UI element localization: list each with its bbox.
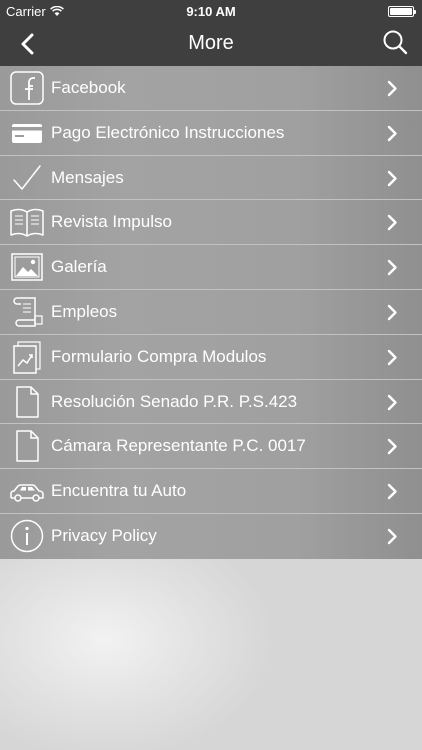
menu-item-facebook[interactable]: Facebook bbox=[0, 66, 422, 111]
clock: 9:10 AM bbox=[186, 4, 236, 19]
facebook-icon bbox=[10, 71, 44, 105]
search-icon bbox=[383, 30, 408, 55]
status-bar: Carrier 9:10 AM bbox=[0, 0, 422, 22]
chevron-right-icon bbox=[387, 304, 397, 321]
menu-item-label: Mensajes bbox=[51, 167, 124, 187]
menu-item-label: Galería bbox=[51, 257, 107, 277]
open-book-icon bbox=[10, 209, 44, 238]
checkmark-icon bbox=[13, 164, 41, 190]
car-icon bbox=[10, 484, 44, 502]
document-icon bbox=[16, 385, 39, 418]
chevron-right-icon bbox=[387, 215, 397, 231]
menu-item-label: Pago Electrónico Instrucciones bbox=[51, 122, 285, 142]
chart-document-icon bbox=[13, 341, 41, 374]
menu-item-mensajes[interactable]: Mensajes bbox=[0, 156, 422, 201]
chevron-right-icon bbox=[387, 528, 397, 545]
chevron-right-icon bbox=[387, 394, 397, 410]
menu-item-label: Cámara Representante P.C. 0017 bbox=[51, 436, 306, 456]
page-title: More bbox=[188, 32, 234, 54]
battery-icon bbox=[388, 6, 416, 17]
menu-item-label: Empleos bbox=[51, 301, 118, 321]
menu-item-privacy-policy[interactable]: Privacy Policy bbox=[0, 514, 422, 559]
scroll-document-icon bbox=[13, 297, 43, 327]
menu-item-resolucion-senado[interactable]: Resolución Senado P.R. P.S.423 bbox=[0, 380, 422, 425]
chevron-right-icon bbox=[387, 439, 397, 455]
picture-icon bbox=[11, 253, 43, 281]
info-icon bbox=[10, 519, 44, 553]
chevron-right-icon bbox=[387, 125, 397, 141]
credit-card-icon bbox=[12, 123, 42, 143]
chevron-right-icon bbox=[387, 170, 397, 186]
menu-item-label: Facebook bbox=[51, 78, 126, 97]
menu-item-camara-representante[interactable]: Cámara Representante P.C. 0017 bbox=[0, 424, 422, 470]
chevron-right-icon bbox=[387, 349, 397, 365]
menu-item-galeria[interactable]: Galería bbox=[0, 245, 422, 290]
menu-item-empleos[interactable]: Empleos bbox=[0, 290, 422, 335]
document-icon bbox=[16, 430, 39, 463]
menu-item-label: Formulario Compra Modulos bbox=[51, 346, 267, 366]
menu-item-label: Privacy Policy bbox=[51, 525, 157, 545]
menu-item-revista-impulso[interactable]: Revista Impulso bbox=[0, 200, 422, 246]
menu-item-label: Encuentra tu Auto bbox=[51, 481, 187, 501]
menu-item-label: Revista Impulso bbox=[51, 212, 172, 232]
search-button[interactable] bbox=[380, 28, 410, 58]
menu-item-formulario-compra[interactable]: Formulario Compra Modulos bbox=[0, 335, 422, 380]
navigation-bar: More bbox=[0, 22, 422, 66]
menu-item-label: Resolución Senado P.R. P.S.423 bbox=[51, 391, 298, 411]
menu-list: Facebook Pago Electrónico Instrucciones … bbox=[0, 66, 422, 559]
chevron-right-icon bbox=[387, 80, 397, 97]
menu-item-encuentra-auto[interactable]: Encuentra tu Auto bbox=[0, 469, 422, 514]
chevron-right-icon bbox=[387, 483, 397, 500]
chevron-right-icon bbox=[387, 259, 397, 276]
menu-item-pago-electronico[interactable]: Pago Electrónico Instrucciones bbox=[0, 111, 422, 156]
